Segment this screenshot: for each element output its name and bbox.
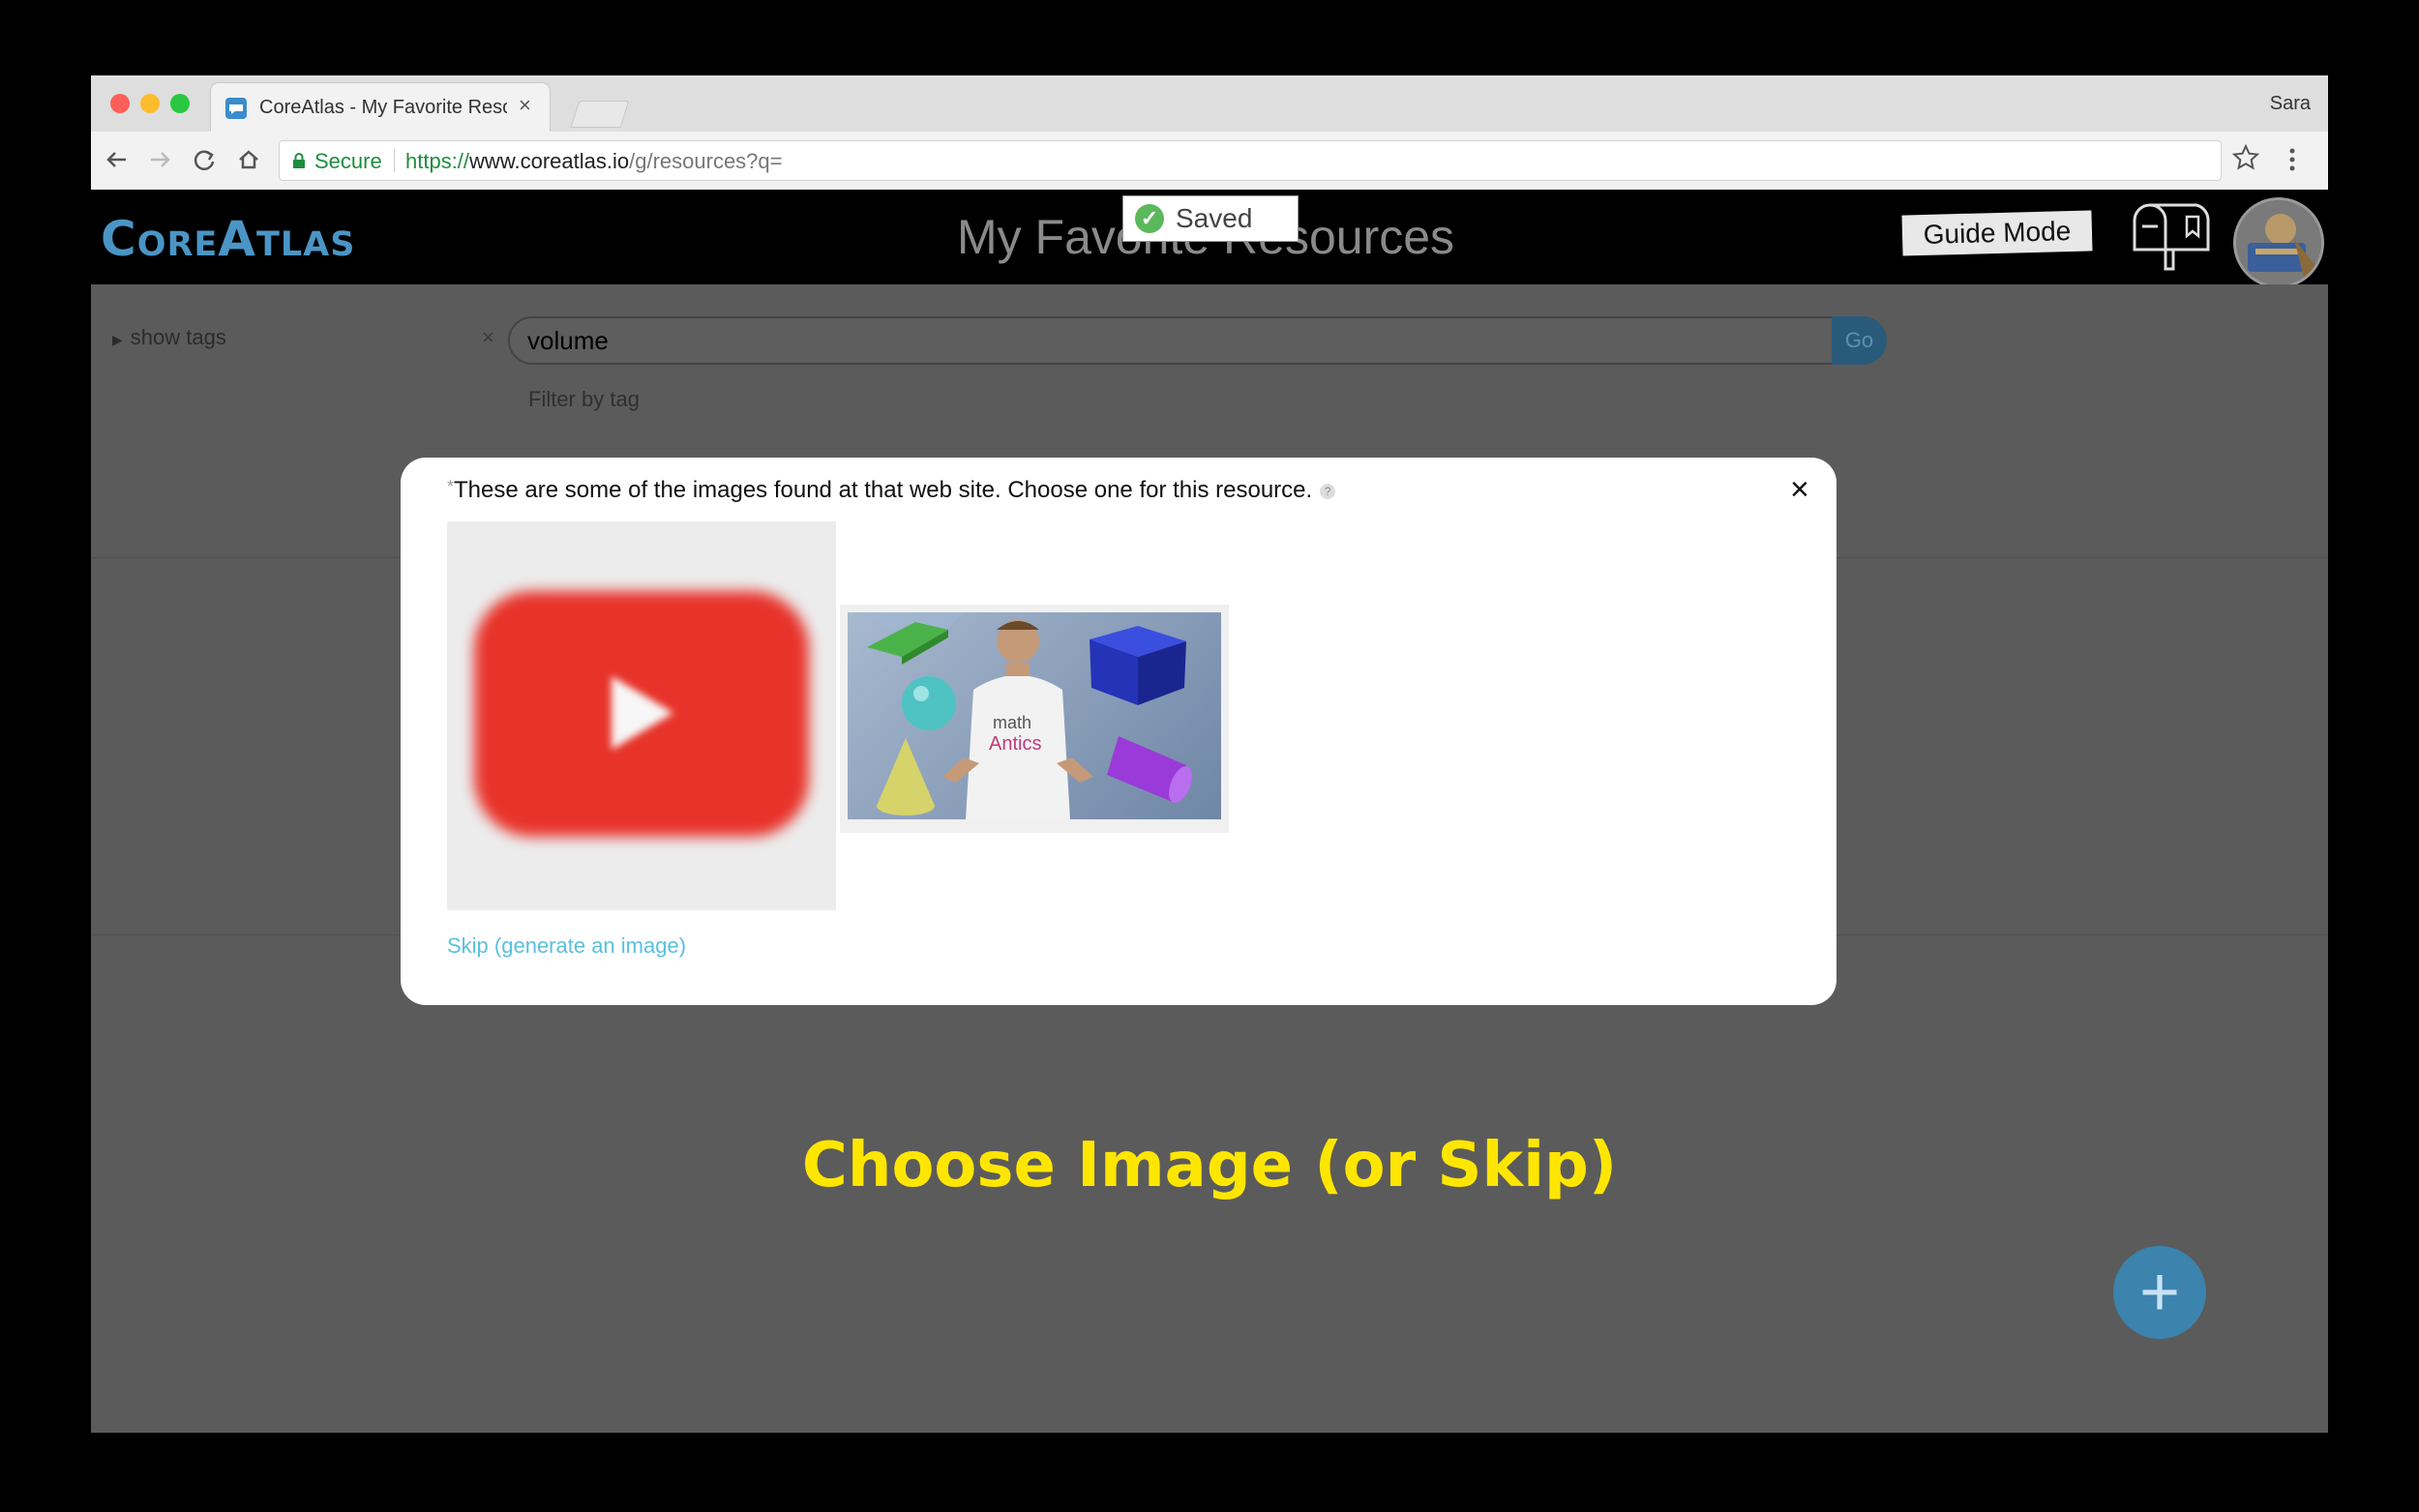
modal-prompt-text: These are some of the images found at th… <box>454 477 1313 503</box>
browser-tab[interactable]: CoreAtlas - My Favorite Resour × <box>211 83 550 132</box>
tutorial-caption: Choose Image (or Skip) <box>801 1130 1618 1201</box>
forward-arrow-icon[interactable] <box>143 143 176 176</box>
check-circle-icon: ✓ <box>1135 204 1164 233</box>
avatar-image-icon <box>2236 200 2321 285</box>
close-window-button[interactable] <box>110 94 130 113</box>
url-text[interactable]: https://www.coreatlas.io/g/resources?q= <box>405 149 783 174</box>
search-input[interactable]: volume <box>508 316 1843 365</box>
address-bar[interactable]: Secure https://www.coreatlas.io/g/resour… <box>279 140 2222 181</box>
show-tags-label: show tags <box>130 325 226 349</box>
tab-bar: CoreAtlas - My Favorite Resour × Sara <box>91 75 2328 132</box>
bookmark-star-icon[interactable] <box>2231 143 2260 172</box>
skip-generate-image-link[interactable]: Skip (generate an image) <box>447 934 686 959</box>
browser-menu-icon[interactable] <box>2285 143 2299 176</box>
filter-by-tag[interactable]: Filter by tag <box>528 387 640 412</box>
svg-text:Antics: Antics <box>989 733 1041 755</box>
coreatlas-favicon-icon <box>225 98 247 119</box>
url-scheme: https:// <box>405 149 470 173</box>
home-icon[interactable] <box>232 143 265 176</box>
svg-text:math: math <box>993 713 1031 732</box>
url-host: www.coreatlas.io <box>469 149 630 173</box>
saved-toast: ✓ Saved <box>1122 195 1299 242</box>
new-tab-button[interactable] <box>570 101 630 128</box>
play-icon <box>612 676 673 750</box>
back-arrow-icon[interactable] <box>101 143 134 176</box>
clear-search-icon[interactable]: × <box>482 325 494 350</box>
tab-title: CoreAtlas - My Favorite Resour <box>259 97 507 118</box>
image-option-youtube[interactable] <box>447 521 836 910</box>
zoom-window-button[interactable] <box>170 94 190 113</box>
video-thumbnail-image: math Antics <box>848 612 1221 819</box>
help-icon[interactable]: ? <box>1320 483 1336 499</box>
guide-mode-button[interactable]: Guide Mode <box>1901 210 2093 256</box>
required-asterisk: * <box>447 477 455 496</box>
minimize-window-button[interactable] <box>140 94 160 113</box>
reload-icon[interactable] <box>188 143 221 176</box>
go-button[interactable]: Go <box>1832 316 1887 365</box>
add-resource-button[interactable]: + <box>2113 1246 2206 1339</box>
mailbox-icon[interactable] <box>2129 197 2214 271</box>
show-tags-toggle[interactable]: ▶ show tags <box>112 325 226 350</box>
browser-toolbar: Secure https://www.coreatlas.io/g/resour… <box>91 132 2328 191</box>
saved-label: Saved <box>1176 203 1253 233</box>
profile-name[interactable]: Sara <box>2270 93 2311 115</box>
secure-label: Secure <box>314 149 382 173</box>
address-separator <box>394 149 395 172</box>
lock-icon <box>293 153 305 168</box>
url-path: /g/resources?q= <box>629 149 783 173</box>
choose-image-modal: *These are some of the images found at t… <box>401 458 1837 1005</box>
shapes-thumbnail-icon: math Antics <box>857 612 1192 819</box>
app-header: CoreAtlas My Favorite Resources ✓ Saved … <box>91 190 2328 288</box>
image-option-video-thumbnail[interactable]: math Antics <box>840 605 1229 833</box>
modal-close-icon[interactable]: × <box>1790 471 1809 509</box>
tab-close-icon[interactable]: × <box>519 93 531 118</box>
caret-right-icon: ▶ <box>112 332 123 347</box>
user-avatar[interactable] <box>2233 197 2324 288</box>
modal-prompt: *These are some of the images found at t… <box>447 477 1336 504</box>
coreatlas-logo[interactable]: CoreAtlas <box>101 211 355 267</box>
